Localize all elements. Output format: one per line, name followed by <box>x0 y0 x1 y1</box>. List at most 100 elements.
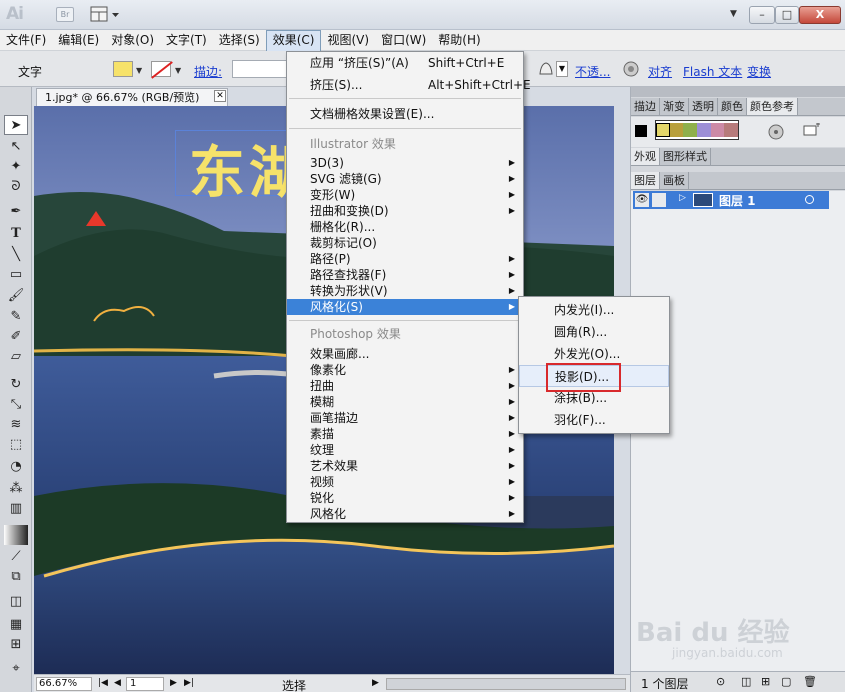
close-button[interactable]: X <box>799 6 841 24</box>
tab-transparency[interactable]: 透明 <box>689 98 718 115</box>
magic-wand-tool-icon[interactable]: ✦ <box>4 157 28 177</box>
bridge-button[interactable]: Br <box>56 7 74 22</box>
menu-artistic[interactable]: 艺术效果 ▶ <box>287 458 523 474</box>
menu-feather[interactable]: 羽化(F)... <box>519 409 669 431</box>
line-tool-icon[interactable]: ╲ <box>4 245 28 265</box>
harmony-strip[interactable] <box>655 120 739 140</box>
harmony-swatch[interactable] <box>683 123 697 137</box>
rotate-tool-icon[interactable]: ↻ <box>4 375 28 395</box>
stroke-weight-link[interactable]: 描边: <box>194 63 222 80</box>
menu-distort[interactable]: 扭曲 ▶ <box>287 378 523 394</box>
align-link[interactable]: 对齐 <box>648 63 672 80</box>
menu-warp[interactable]: 变形(W) ▶ <box>287 187 523 203</box>
warp-tool-icon[interactable]: ≋ <box>4 415 28 435</box>
menu-sharpen[interactable]: 锐化 ▶ <box>287 490 523 506</box>
lock-toggle[interactable] <box>652 193 666 207</box>
tab-artboards[interactable]: 画板 <box>660 172 689 189</box>
menu-file[interactable]: 文件(F) <box>0 30 52 51</box>
tab-stroke[interactable]: 描边 <box>631 98 660 115</box>
menu-inner-glow[interactable]: 内发光(I)... <box>519 299 669 321</box>
locate-object-icon[interactable]: ⊙ <box>716 675 725 688</box>
lasso-tool-icon[interactable]: ᘐ <box>4 177 28 197</box>
gradient-tool-icon[interactable] <box>4 525 28 545</box>
column-graph-tool-icon[interactable]: ▥ <box>4 499 28 519</box>
menu-texture[interactable]: 纹理 ▶ <box>287 442 523 458</box>
pen-tool-icon[interactable]: ✒ <box>4 202 28 222</box>
type-tool-icon[interactable]: T <box>4 224 28 244</box>
new-layer-icon[interactable]: ▢ <box>781 675 791 688</box>
menu-blur[interactable]: 模糊 ▶ <box>287 394 523 410</box>
blend-tool-icon[interactable]: ⧉ <box>4 567 28 587</box>
blob-brush-tool-icon[interactable]: ✐ <box>4 327 28 347</box>
tab-graphic-styles[interactable]: 图形样式 <box>660 148 711 165</box>
eyedropper-tool-icon[interactable]: ⟋ <box>4 547 28 567</box>
base-color-swatch[interactable] <box>635 125 647 137</box>
target-icon[interactable] <box>805 195 814 204</box>
harmony-swatch[interactable] <box>724 123 738 137</box>
menu-type[interactable]: 文字(T) <box>160 30 213 51</box>
recolor-icon[interactable] <box>622 60 640 78</box>
menu-brush-strokes[interactable]: 画笔描边 ▶ <box>287 410 523 426</box>
free-transform-tool-icon[interactable]: ⬚ <box>4 435 28 455</box>
save-group-icon[interactable] <box>803 122 821 137</box>
menu-stylize-illustrator[interactable]: 风格化(S) ▶ <box>287 299 523 315</box>
menu-path[interactable]: 路径(P) ▶ <box>287 251 523 267</box>
menu-view[interactable]: 视图(V) <box>321 30 375 51</box>
menu-select[interactable]: 选择(S) <box>213 30 266 51</box>
brush-icon[interactable] <box>537 60 555 78</box>
last-page-icon[interactable]: ▶| <box>184 678 194 688</box>
menu-pixelate[interactable]: 像素化 ▶ <box>287 362 523 378</box>
menu-apply-last-effect[interactable]: 应用 “挤压(S)”(A) Shift+Ctrl+E <box>287 55 523 71</box>
menu-distort-transform[interactable]: 扭曲和变换(D) ▶ <box>287 203 523 219</box>
symbol-sprayer-tool-icon[interactable]: ⁂ <box>4 479 28 499</box>
status-menu-icon[interactable]: ▶ <box>372 678 379 688</box>
selection-tool-icon[interactable]: ➤ <box>4 115 28 135</box>
harmony-swatch[interactable] <box>656 123 670 137</box>
scale-tool-icon[interactable]: ⤡ <box>4 395 28 415</box>
delete-layer-icon[interactable]: 🗑 <box>803 675 817 688</box>
tab-color[interactable]: 颜色 <box>718 98 747 115</box>
eye-icon[interactable]: 👁 <box>635 193 649 207</box>
menu-outer-glow[interactable]: 外发光(O)... <box>519 343 669 365</box>
arrange-documents-icon[interactable] <box>90 6 122 23</box>
menu-last-effect[interactable]: 挤压(S)... Alt+Shift+Ctrl+E <box>287 77 531 93</box>
panel-header[interactable] <box>631 87 845 97</box>
artboard-tool-icon[interactable]: ⊞ <box>4 635 28 655</box>
shape-builder-tool-icon[interactable]: ◔ <box>4 457 28 477</box>
stroke-color-swatch[interactable] <box>151 61 171 77</box>
menu-sketch[interactable]: 素描 ▶ <box>287 426 523 442</box>
fill-dropdown-icon[interactable]: ▼ <box>136 66 142 75</box>
tab-layers[interactable]: 图层 <box>631 172 660 189</box>
menu-object[interactable]: 对象(O) <box>105 30 160 51</box>
edit-colors-icon[interactable] <box>767 123 785 141</box>
menu-window[interactable]: 窗口(W) <box>375 30 432 51</box>
menu-help[interactable]: 帮助(H) <box>432 30 486 51</box>
rectangle-tool-icon[interactable]: ▭ <box>4 265 28 285</box>
menu-3d[interactable]: 3D(3) ▶ <box>287 155 523 171</box>
menu-video[interactable]: 视频 ▶ <box>287 474 523 490</box>
tab-appearance[interactable]: 外观 <box>631 148 660 165</box>
layer-row[interactable]: 👁 ▷ 图层 1 <box>633 191 829 209</box>
flash-text-link[interactable]: Flash 文本 <box>683 63 742 80</box>
harmony-swatch[interactable] <box>697 123 711 137</box>
page-field[interactable]: 1 <box>126 677 164 691</box>
menu-crop-marks[interactable]: 裁剪标记(O) <box>287 235 523 251</box>
menu-svg-filters[interactable]: SVG 滤镜(G) ▶ <box>287 171 523 187</box>
menu-effect-gallery[interactable]: 效果画廊... <box>287 346 523 362</box>
minimize-button[interactable]: – <box>749 6 775 24</box>
horizontal-scrollbar[interactable] <box>386 678 626 690</box>
layer-name[interactable]: 图层 1 <box>719 192 756 209</box>
slice-tool-icon[interactable]: ⌖ <box>4 659 28 679</box>
menu-pathfinder[interactable]: 路径查找器(F) ▶ <box>287 267 523 283</box>
menu-round-corners[interactable]: 圆角(R)... <box>519 321 669 343</box>
tab-gradient[interactable]: 渐变 <box>660 98 689 115</box>
make-clipping-mask-icon[interactable]: ◫ <box>741 675 751 688</box>
zoom-field[interactable]: 66.67% <box>36 677 92 691</box>
tab-color-guide[interactable]: 颜色参考 <box>747 98 798 115</box>
tab-close-icon[interactable]: ✕ <box>214 90 226 102</box>
brush-dropdown-icon[interactable]: ▼ <box>556 61 568 77</box>
prev-page-icon[interactable]: ◀ <box>114 678 121 688</box>
new-sublayer-icon[interactable]: ⊞ <box>761 675 770 688</box>
harmony-swatch[interactable] <box>669 123 684 137</box>
menu-effect[interactable]: 效果(C) <box>265 30 322 51</box>
